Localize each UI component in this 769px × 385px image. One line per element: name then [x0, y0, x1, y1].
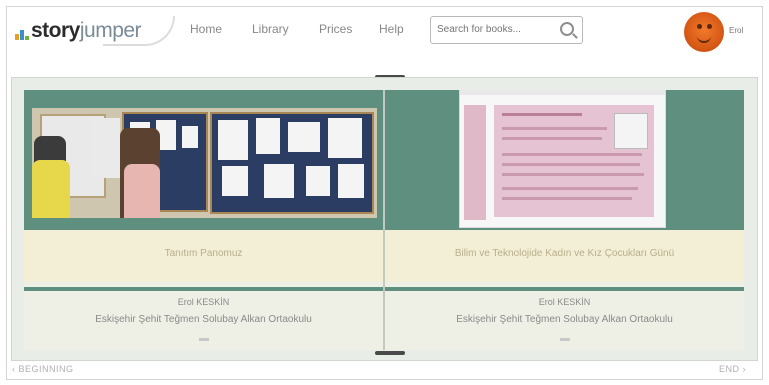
page-school: Eskişehir Şehit Teğmen Solubay Alkan Ort…	[456, 314, 673, 325]
book-page-left[interactable]: Tanıtım Panomuz Erol KESKİN Eskişehir Şe…	[24, 90, 383, 350]
caption-band: Bilim ve Teknolojide Kadın ve Kız Çocukl…	[385, 230, 744, 282]
text-line	[502, 187, 638, 190]
text-line	[502, 173, 644, 176]
book-viewer: Tanıtım Panomuz Erol KESKİN Eskişehir Şe…	[11, 77, 758, 361]
text-line	[502, 163, 640, 166]
poster-sheet	[288, 122, 320, 152]
logo-bars-icon	[15, 26, 29, 40]
book-bottom-tab	[375, 351, 405, 355]
nav-library[interactable]: Library	[252, 22, 289, 36]
book-page-right[interactable]: Bilim ve Teknolojide Kadın ve Kız Çocukl…	[385, 90, 744, 350]
poster-sheet	[218, 120, 248, 160]
poster-sheet	[222, 166, 248, 196]
page-number-mark	[199, 338, 209, 341]
nav-help[interactable]: Help	[379, 22, 404, 36]
page-divider	[385, 287, 744, 291]
student-figure	[32, 160, 70, 218]
text-line	[502, 197, 632, 200]
page-caption: Bilim ve Teknolojide Kadın ve Kız Çocukl…	[454, 248, 675, 259]
beginning-link[interactable]: ‹ BEGINNING	[12, 364, 74, 374]
storyjumper-logo[interactable]: storyjumper	[15, 14, 175, 46]
logo-text: storyjumper	[31, 19, 142, 42]
screenshot-article	[494, 105, 654, 217]
page-school: Eskişehir Şehit Teğmen Solubay Alkan Ort…	[95, 314, 312, 325]
page-caption: Tanıtım Panomuz	[164, 248, 243, 259]
portrait-photo	[614, 113, 648, 149]
website-screenshot	[459, 90, 666, 228]
page-number-mark	[560, 338, 570, 341]
storyjumper-window: storyjumper Home Library Prices Help Ero…	[6, 6, 763, 380]
poster-sheet	[306, 166, 330, 196]
user-avatar[interactable]	[684, 12, 724, 52]
page-image-area	[385, 90, 744, 230]
poster-sheet	[338, 164, 364, 198]
text-line	[502, 113, 582, 116]
text-line	[502, 137, 602, 140]
poster-sheet	[256, 118, 280, 154]
page-image-area	[24, 90, 383, 230]
book-spread: Tanıtım Panomuz Erol KESKİN Eskişehir Şe…	[24, 90, 744, 350]
page-author: Erol KESKİN	[538, 297, 591, 307]
nav-home[interactable]: Home	[190, 22, 222, 36]
search-icon[interactable]	[560, 22, 574, 36]
screenshot-sidebar	[464, 105, 486, 220]
classroom-photo	[32, 108, 377, 218]
caption-band: Tanıtım Panomuz	[24, 230, 383, 282]
page-divider	[24, 287, 383, 291]
poster-sheet	[92, 118, 120, 178]
nav-prices[interactable]: Prices	[319, 22, 352, 36]
student-figure	[124, 164, 160, 218]
poster-sheet	[182, 126, 198, 148]
screenshot-toolbar	[460, 90, 665, 95]
top-header: storyjumper Home Library Prices Help Ero…	[7, 7, 762, 53]
end-link[interactable]: END ›	[719, 364, 746, 374]
search-input[interactable]	[437, 21, 555, 37]
poster-sheet	[264, 164, 294, 198]
page-author: Erol KESKİN	[177, 297, 230, 307]
search-box	[430, 16, 583, 44]
text-line	[502, 127, 607, 130]
text-line	[502, 153, 642, 156]
user-name[interactable]: Erol	[729, 26, 743, 35]
poster-sheet	[328, 118, 362, 158]
